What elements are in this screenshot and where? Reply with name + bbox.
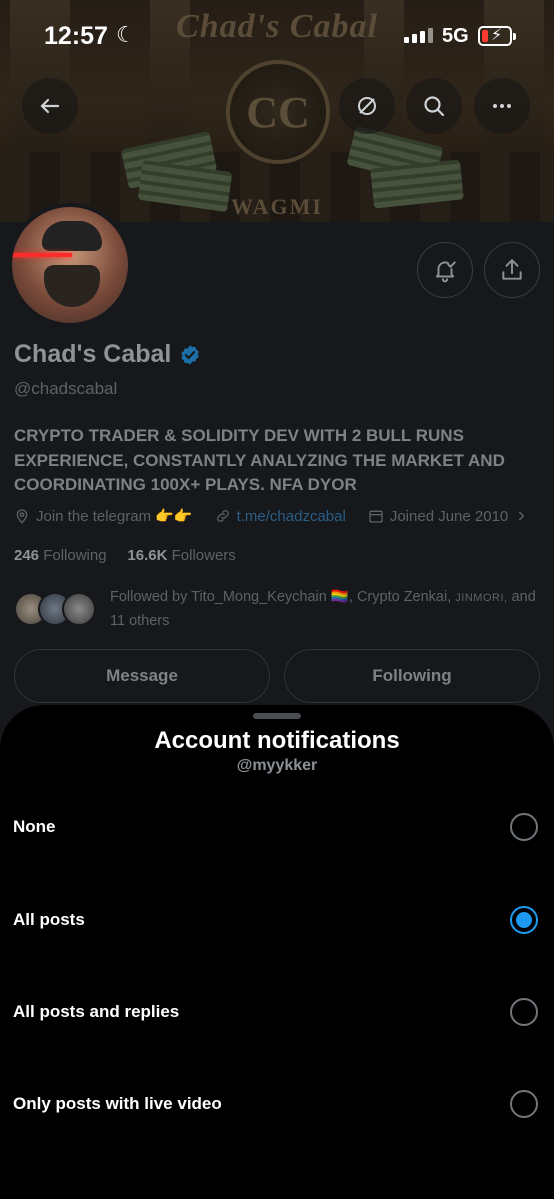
radio-button[interactable]: [510, 998, 538, 1026]
following-button[interactable]: Following: [284, 649, 540, 703]
message-button[interactable]: Message: [14, 649, 270, 703]
following-count-link[interactable]: 246 Following: [14, 547, 107, 564]
option-label: Only posts with live video: [13, 1094, 222, 1113]
sheet-title: Account notifications: [154, 727, 400, 754]
account-notifications-sheet: Account notifications @myykker None All …: [0, 705, 554, 1199]
verified-badge-icon[interactable]: [179, 344, 201, 366]
search-button[interactable]: [406, 78, 462, 134]
radio-button-selected[interactable]: [510, 906, 538, 934]
more-button[interactable]: [474, 78, 530, 134]
back-arrow-icon: [40, 98, 60, 114]
search-icon: [424, 96, 445, 117]
followed-by-smallcaps: JINMORI,: [455, 592, 508, 604]
sheet-subtitle: @myykker: [236, 757, 318, 774]
avatar-hair: [42, 221, 102, 251]
radio-button[interactable]: [510, 813, 538, 841]
followed-by[interactable]: Followed by Tito_Mong_Keychain 🏳️‍🌈, Cry…: [14, 586, 544, 630]
followers-count-link[interactable]: 16.6K Followers: [127, 547, 235, 564]
option-none[interactable]: None: [0, 792, 554, 862]
profile-location: Join the telegram 👉👉: [36, 508, 193, 525]
profile-joined: Joined June 2010: [389, 507, 509, 525]
notifications-button[interactable]: [417, 242, 473, 298]
profile-name-row: Chad's Cabal: [14, 340, 201, 369]
following-label: Following: [43, 547, 107, 564]
battery-icon: ⚡: [478, 26, 516, 46]
status-time: 12:57: [44, 22, 108, 50]
followers-count: 16.6K: [127, 547, 168, 564]
followers-label: Followers: [171, 547, 236, 564]
sheet-grabber[interactable]: [253, 713, 301, 719]
option-live-video[interactable]: Only posts with live video: [0, 1069, 554, 1139]
option-label: None: [13, 817, 56, 836]
avatar-beard: [44, 265, 100, 307]
profile-counts: 246 Following 16.6K Followers: [14, 547, 236, 564]
radio-button[interactable]: [510, 1090, 538, 1118]
slash-circle-icon: [358, 97, 376, 115]
more-horizontal-icon: [493, 104, 511, 108]
grok-button[interactable]: [339, 78, 395, 134]
option-all-posts-and-replies[interactable]: All posts and replies: [0, 977, 554, 1047]
share-button[interactable]: [484, 242, 540, 298]
follower-avatar: [62, 592, 96, 626]
back-button[interactable]: [22, 78, 78, 134]
profile-website-link[interactable]: t.me/chadzcabal: [237, 508, 346, 525]
status-bar: 12:57 ☾ 5G ⚡: [0, 0, 554, 70]
profile-handle: @chadscabal: [14, 379, 118, 398]
followed-by-names: Tito_Mong_Keychain 🏳️‍🌈, Crypto Zenkai,: [191, 589, 456, 605]
calendar-icon: [369, 510, 383, 523]
share-icon: [502, 259, 522, 280]
avatar[interactable]: [8, 203, 132, 327]
link-icon: [216, 510, 229, 522]
profile-name: Chad's Cabal: [14, 340, 172, 368]
option-all-posts[interactable]: All posts: [0, 885, 554, 955]
bell-check-icon: [435, 261, 456, 283]
option-label: All posts: [13, 910, 85, 929]
profile-bio: CRYPTO TRADER & SOLIDITY DEV WITH 2 BULL…: [14, 426, 505, 494]
cellular-signal-icon: [404, 28, 433, 43]
network-type: 5G: [442, 25, 469, 47]
chevron-right-icon[interactable]: [514, 509, 528, 523]
profile-meta: Join the telegram 👉👉 t.me/chadzcabal Joi…: [14, 507, 528, 525]
moon-icon: ☾: [116, 22, 136, 47]
location-pin-icon: [16, 509, 28, 524]
avatar-laser-eyes: [12, 253, 72, 257]
option-label: All posts and replies: [13, 1002, 180, 1021]
following-count: 246: [14, 547, 40, 564]
followed-by-prefix: Followed by: [110, 589, 192, 605]
followed-by-text: Followed by Tito_Mong_Keychain 🏳️‍🌈, Cry…: [110, 586, 550, 632]
